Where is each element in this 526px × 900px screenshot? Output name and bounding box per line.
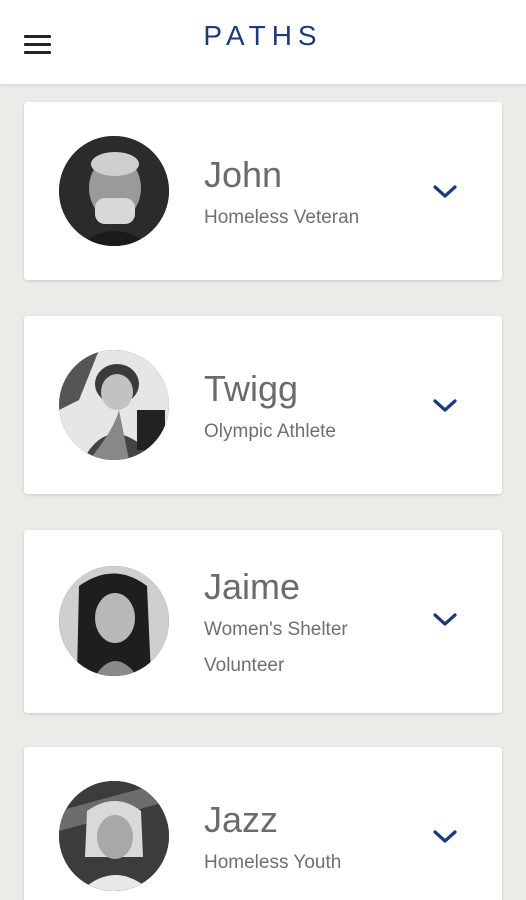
profile-role: Homeless Veteran	[204, 207, 360, 228]
avatar	[59, 566, 169, 676]
avatar	[59, 781, 169, 891]
profile-name: Jaime	[204, 566, 301, 607]
profile-role: Olympic Athlete	[204, 421, 336, 442]
profile-name: Jazz	[204, 799, 279, 840]
profile-card-twigg[interactable]: Twigg Olympic Athlete	[24, 316, 502, 494]
profile-card-john[interactable]: John Homeless Veteran	[24, 102, 502, 280]
profile-card-jazz[interactable]: Jazz Homeless Youth	[24, 747, 502, 900]
top-app-bar: PATHS	[0, 0, 526, 84]
chevron-down-icon[interactable]	[430, 610, 460, 630]
avatar	[59, 350, 169, 460]
chevron-down-icon[interactable]	[430, 827, 460, 847]
profile-role: Homeless Youth	[204, 852, 342, 873]
portrait-photo-jazz	[59, 781, 169, 891]
app-title: PATHS	[203, 20, 323, 51]
profile-name: John	[204, 154, 283, 195]
portrait-photo-john	[59, 136, 169, 246]
app-screen: PATHS John Homeless Veteran Twigg Olympi…	[0, 0, 526, 900]
profile-name: Twigg	[204, 368, 299, 409]
portrait-photo-jaime	[59, 566, 169, 676]
profile-role: Women's Shelter Volunteer	[204, 619, 348, 676]
profile-card-jaime[interactable]: Jaime Women's Shelter Volunteer	[24, 530, 502, 713]
chevron-down-icon[interactable]	[430, 182, 460, 202]
avatar	[59, 136, 169, 246]
chevron-down-icon[interactable]	[430, 396, 460, 416]
portrait-photo-twigg	[59, 350, 169, 460]
